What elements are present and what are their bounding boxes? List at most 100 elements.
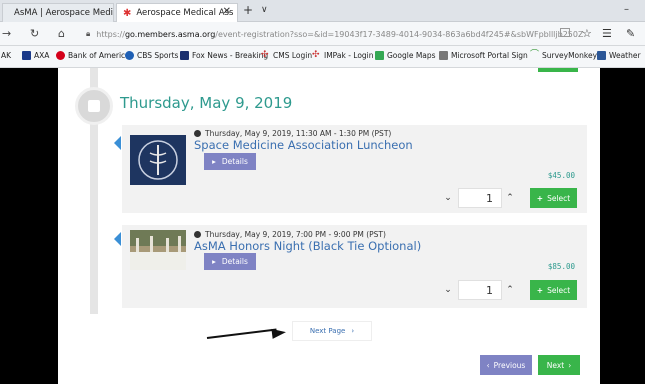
favorite-label: Weather [609, 51, 641, 60]
favorite-microsoft-portal[interactable]: Microsoft Portal Sign [439, 51, 528, 60]
clock-icon [194, 130, 201, 137]
microsoft-icon [439, 51, 448, 60]
favorite-cms-login[interactable]: ✣ CMS Login [261, 50, 313, 61]
event-time-text: Thursday, May 9, 2019, 11:30 AM - 1:30 P… [205, 129, 392, 138]
favorite-cbs-sports[interactable]: CBS Sports [125, 51, 178, 60]
browser-tab-asma[interactable]: AsMA | Aerospace Medical [2, 3, 114, 22]
tab-label: Aerospace Medical Ass [136, 8, 234, 18]
asterisk-favicon-icon: ✱ [123, 7, 132, 19]
impak-icon: ✣ [312, 50, 320, 60]
day-title: Thursday, May 9, 2019 [120, 94, 293, 112]
surveymonkey-icon: ⌒ [530, 50, 540, 60]
favorite-label: Fox News - Breaking [192, 51, 269, 60]
tab-label: AsMA | Aerospace Medical [14, 8, 114, 18]
favorite-impak-login[interactable]: ✣ IMPak - Login [312, 50, 374, 61]
chevron-down-icon[interactable]: ∨ [261, 5, 268, 15]
details-label: Details [221, 257, 248, 266]
clock-icon [194, 231, 201, 238]
event-name[interactable]: AsMA Honors Night (Black Tie Optional) [194, 239, 421, 253]
favorite-label: Google Maps [387, 51, 436, 60]
timeline-pointer [114, 232, 121, 246]
chevron-right-icon: › [351, 327, 355, 335]
cbs-icon [125, 51, 134, 60]
forward-arrow-icon[interactable]: → [2, 27, 11, 40]
event-card: Thursday, May 9, 2019, 11:30 AM - 1:30 P… [114, 125, 587, 213]
favorites-bar: AK AXA Bank of America CBS Sports Fox Ne… [0, 46, 645, 68]
details-button[interactable]: ▸ Details [204, 153, 256, 170]
previous-button[interactable]: ‹ Previous [480, 355, 532, 375]
select-label: Select [547, 285, 571, 295]
favorite-fox-news[interactable]: Fox News - Breaking [180, 51, 268, 60]
qty-decrease-button[interactable]: ⌄ [440, 188, 456, 208]
address-bar-row: → ↻ ⌂ 🔒︎ https://go.members.asma.org/eve… [0, 22, 645, 46]
favorite-label: CBS Sports [137, 51, 179, 60]
favorite-label: IMPak - Login [324, 51, 374, 60]
favorite-bank-of-america[interactable]: Bank of America [56, 51, 130, 60]
details-label: Details [221, 157, 248, 166]
next-page-label: Next Page [309, 327, 346, 335]
favorite-label: CMS Login [273, 51, 313, 60]
weather-icon [597, 51, 606, 60]
qty-input[interactable]: 1 [458, 280, 502, 300]
previous-label: Previous [493, 360, 526, 370]
favorite-label: AK [1, 51, 12, 60]
select-button[interactable]: + Select [530, 188, 577, 208]
url-path: /event-registration?sso=&id=19043f17-348… [215, 29, 584, 39]
timeline-pointer [114, 136, 121, 150]
favorite-ak[interactable]: AK [1, 51, 11, 60]
qty-decrease-button[interactable]: ⌄ [440, 280, 456, 300]
caret-right-icon: ▸ [212, 257, 216, 266]
axa-icon [22, 51, 31, 60]
event-time: Thursday, May 9, 2019, 7:00 PM - 9:00 PM… [194, 230, 386, 239]
qty-increase-button[interactable]: ⌃ [502, 280, 518, 300]
fox-news-icon [180, 51, 189, 60]
event-time: Thursday, May 9, 2019, 11:30 AM - 1:30 P… [194, 129, 391, 138]
close-tab-icon[interactable]: ✕ [223, 6, 231, 17]
details-button[interactable]: ▸ Details [204, 253, 256, 270]
event-price: $45.00 [547, 171, 575, 180]
refresh-icon[interactable]: ↻ [30, 27, 39, 40]
lock-icon: 🔒︎ [86, 29, 91, 38]
space-medicine-logo-image [130, 135, 186, 185]
favorite-weather[interactable]: Weather [597, 51, 641, 60]
plus-icon: + [536, 285, 544, 295]
reading-view-icon[interactable] [560, 28, 570, 37]
chevron-right-icon: › [568, 360, 572, 370]
event-card: Thursday, May 9, 2019, 7:00 PM - 9:00 PM… [114, 225, 587, 308]
event-time-text: Thursday, May 9, 2019, 7:00 PM - 9:00 PM… [205, 230, 386, 239]
pen-icon[interactable]: ✎ [626, 27, 635, 40]
favorite-google-maps[interactable]: Google Maps [375, 51, 436, 60]
browser-tab-bar: AsMA | Aerospace Medical ✱ Aerospace Med… [0, 0, 645, 22]
select-button[interactable]: + Select [530, 280, 577, 300]
next-page-button[interactable]: Next Page › [292, 321, 372, 341]
cms-icon: ✣ [261, 50, 269, 60]
chevron-left-icon: ‹ [486, 360, 490, 370]
home-icon[interactable]: ⌂ [58, 27, 65, 40]
qty-increase-button[interactable]: ⌃ [502, 188, 518, 208]
browser-tab-aerospace[interactable]: ✱ Aerospace Medical Ass ✕ [116, 3, 238, 22]
bank-of-america-icon [56, 51, 65, 60]
favorite-label: SurveyMonkey [542, 51, 598, 60]
annotation-arrow-head [271, 327, 287, 339]
event-registration-page[interactable]: Thursday, May 9, 2019 Thursday, May 9, 2… [58, 68, 600, 384]
favorite-surveymonkey[interactable]: ⌒ SurveyMonkey [530, 50, 598, 61]
url-prefix: https:// [96, 29, 125, 39]
new-tab-plus-icon[interactable]: + [243, 3, 253, 17]
calendar-icon [88, 100, 100, 112]
caret-right-icon: ▸ [212, 157, 216, 166]
favorite-axa[interactable]: AXA [22, 51, 49, 60]
event-price: $85.00 [547, 262, 575, 271]
event-name[interactable]: Space Medicine Association Luncheon [194, 138, 413, 152]
previous-select-button-edge[interactable] [538, 68, 578, 72]
plus-icon: + [536, 193, 544, 203]
favorites-list-icon[interactable]: ☰ [602, 27, 612, 40]
minimize-icon[interactable]: – [624, 4, 629, 15]
star-favorite-icon[interactable]: ☆ [582, 27, 592, 40]
qty-input[interactable]: 1 [458, 188, 502, 208]
favorite-label: AXA [34, 51, 50, 60]
google-maps-icon [375, 51, 384, 60]
next-button[interactable]: Next › [538, 355, 580, 375]
favorite-label: Bank of America [68, 51, 130, 60]
annotation-arrow-line [206, 328, 277, 339]
url-field[interactable]: 🔒︎ https://go.members.asma.org/event-reg… [86, 26, 584, 42]
